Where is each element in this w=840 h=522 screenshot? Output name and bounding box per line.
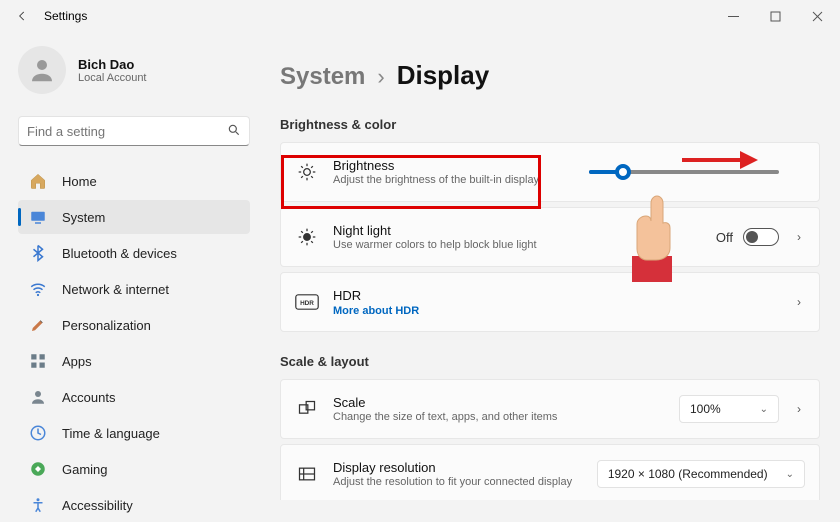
nav-label: Time & language	[62, 426, 160, 441]
chevron-down-icon: ⌄	[786, 469, 794, 480]
system-icon	[28, 207, 48, 227]
gaming-icon	[28, 459, 48, 479]
chevron-right-icon[interactable]: ›	[793, 402, 805, 416]
scale-label: Scale	[333, 395, 665, 410]
nav-label: System	[62, 210, 105, 225]
nav-item-system[interactable]: System	[18, 200, 250, 234]
nav-label: Gaming	[62, 462, 108, 477]
toggle-state: Off	[716, 230, 733, 245]
nav: Home System Bluetooth & devices Network …	[18, 164, 250, 522]
search-icon	[227, 123, 241, 140]
brightness-sub: Adjust the brightness of the built-in di…	[333, 174, 575, 186]
resolution-sub: Adjust the resolution to fit your connec…	[333, 476, 583, 488]
scale-select[interactable]: 100% ⌄	[679, 395, 779, 423]
clock-globe-icon	[28, 423, 48, 443]
accounts-icon	[28, 387, 48, 407]
breadcrumb: System › Display	[280, 60, 820, 91]
nav-item-accessibility[interactable]: Accessibility	[18, 488, 250, 522]
annotation-arrow-icon	[680, 148, 760, 177]
nav-label: Network & internet	[62, 282, 169, 297]
hdr-icon: HDR	[295, 290, 319, 314]
chevron-right-icon[interactable]: ›	[793, 295, 805, 309]
nav-label: Personalization	[62, 318, 151, 333]
sun-icon	[295, 160, 319, 184]
resolution-label: Display resolution	[333, 460, 583, 475]
row-scale[interactable]: Scale Change the size of text, apps, and…	[280, 379, 820, 439]
user-account-type: Local Account	[78, 72, 147, 84]
user-name: Bich Dao	[78, 57, 147, 72]
sidebar: Bich Dao Local Account Home System Bluet…	[0, 32, 260, 500]
search-field[interactable]	[18, 116, 250, 146]
nav-item-bluetooth[interactable]: Bluetooth & devices	[18, 236, 250, 270]
brightness-label: Brightness	[333, 158, 575, 173]
night-light-icon	[295, 225, 319, 249]
window-title: Settings	[44, 9, 87, 23]
slider-thumb[interactable]	[615, 164, 631, 180]
svg-text:HDR: HDR	[300, 300, 314, 307]
resolution-icon	[295, 462, 319, 486]
scale-icon	[295, 397, 319, 421]
toggle-switch[interactable]	[743, 228, 779, 246]
nav-label: Bluetooth & devices	[62, 246, 177, 261]
row-hdr[interactable]: HDR HDR More about HDR ›	[280, 272, 820, 332]
breadcrumb-parent[interactable]: System	[280, 63, 365, 91]
wifi-icon	[28, 279, 48, 299]
page-title: Display	[397, 60, 490, 91]
nav-item-network[interactable]: Network & internet	[18, 272, 250, 306]
nav-label: Accounts	[62, 390, 115, 405]
resolution-select[interactable]: 1920 × 1080 (Recommended) ⌄	[597, 460, 805, 488]
row-night-light[interactable]: Night light Use warmer colors to help bl…	[280, 207, 820, 267]
maximize-button[interactable]	[754, 2, 796, 30]
search-input[interactable]	[27, 124, 227, 139]
minimize-button[interactable]	[712, 2, 754, 30]
section-scale-layout: Scale & layout	[280, 354, 820, 369]
annotation-hand-pointer-icon	[614, 184, 684, 274]
scale-value: 100%	[690, 402, 721, 416]
nav-item-personalization[interactable]: Personalization	[18, 308, 250, 342]
chevron-right-icon[interactable]: ›	[793, 230, 805, 244]
nav-item-gaming[interactable]: Gaming	[18, 452, 250, 486]
night-light-toggle[interactable]: Off	[716, 228, 779, 246]
hdr-link[interactable]: More about HDR	[333, 305, 779, 317]
row-resolution[interactable]: Display resolution Adjust the resolution…	[280, 444, 820, 500]
user-block[interactable]: Bich Dao Local Account	[18, 46, 250, 94]
section-brightness-color: Brightness & color	[280, 117, 820, 132]
titlebar: Settings	[0, 0, 840, 32]
avatar	[18, 46, 66, 94]
nav-label: Home	[62, 174, 97, 189]
main: System › Display Brightness & color Brig…	[260, 32, 840, 500]
chevron-right-icon: ›	[377, 64, 384, 90]
bluetooth-icon	[28, 243, 48, 263]
home-icon	[28, 171, 48, 191]
nav-item-accounts[interactable]: Accounts	[18, 380, 250, 414]
close-button[interactable]	[796, 2, 838, 30]
nav-label: Apps	[62, 354, 92, 369]
accessibility-icon	[28, 495, 48, 515]
resolution-value: 1920 × 1080 (Recommended)	[608, 467, 768, 481]
nav-item-apps[interactable]: Apps	[18, 344, 250, 378]
scale-sub: Change the size of text, apps, and other…	[333, 411, 665, 423]
apps-icon	[28, 351, 48, 371]
nav-item-time-language[interactable]: Time & language	[18, 416, 250, 450]
paintbrush-icon	[28, 315, 48, 335]
back-button[interactable]	[10, 4, 34, 28]
chevron-down-icon: ⌄	[760, 404, 768, 415]
nav-item-home[interactable]: Home	[18, 164, 250, 198]
hdr-label: HDR	[333, 288, 779, 303]
